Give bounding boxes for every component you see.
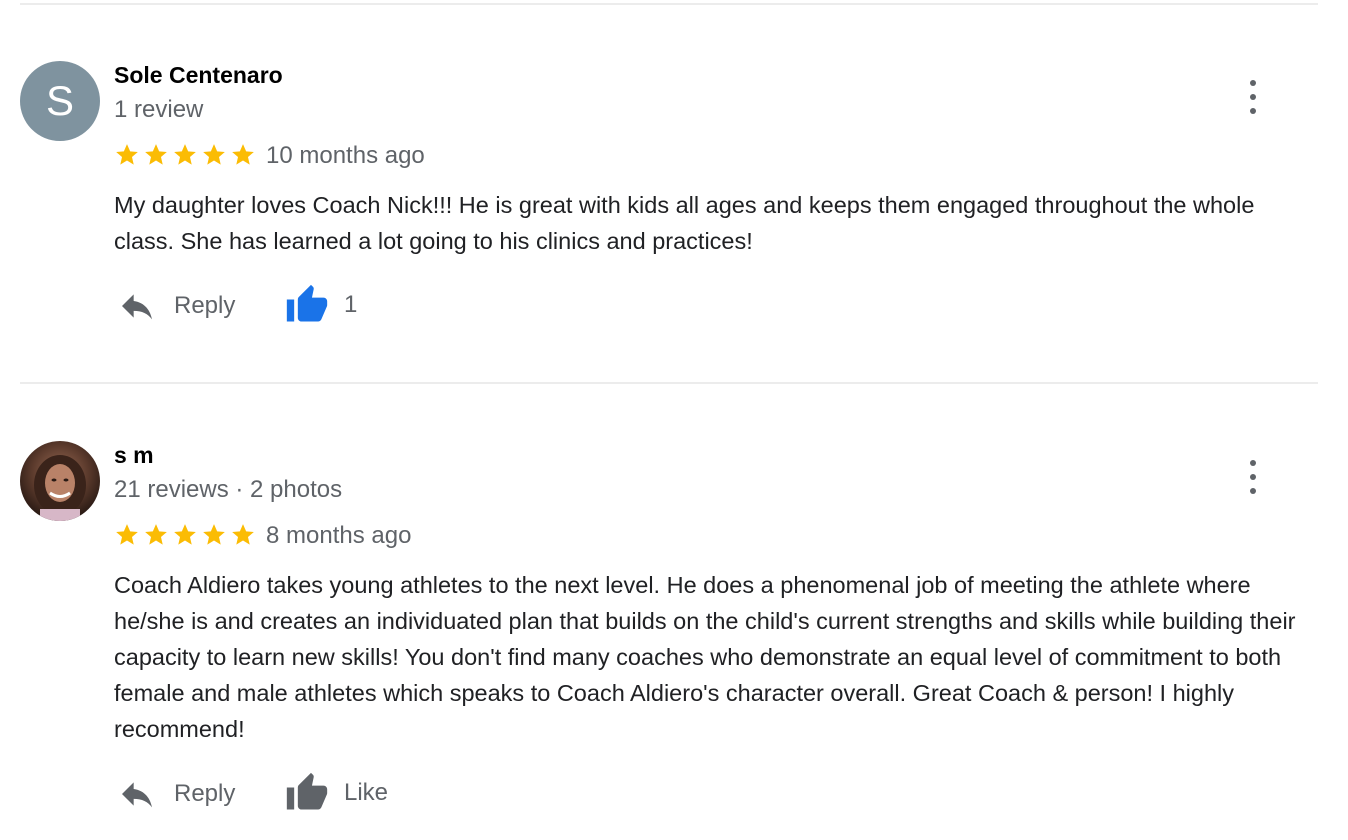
top-divider — [20, 3, 1318, 5]
reply-button[interactable]: Reply — [116, 286, 235, 326]
review-time: 8 months ago — [266, 522, 412, 549]
reply-label: Reply — [174, 292, 236, 319]
star-icon — [116, 144, 138, 165]
reviewer-name[interactable]: Sole Centenaro — [114, 62, 283, 89]
profile-photo — [34, 455, 86, 521]
reply-label: Reply — [174, 780, 236, 807]
thumb-up-icon — [286, 284, 328, 322]
star-icon — [145, 524, 167, 545]
star-icon — [174, 524, 196, 545]
star-rating — [114, 522, 256, 548]
star-rating — [114, 142, 256, 168]
star-icon — [203, 144, 225, 165]
review-text: My daughter loves Coach Nick!!! He is gr… — [114, 192, 1255, 254]
star-icon — [232, 524, 254, 545]
like-button[interactable]: Like — [284, 771, 388, 815]
reply-icon — [122, 782, 152, 808]
star-icon — [203, 524, 225, 545]
like-button[interactable]: 1 — [284, 283, 357, 327]
reviewer-meta[interactable]: 1 review — [114, 96, 203, 124]
reviewer-name[interactable]: s m — [114, 442, 154, 469]
reply-icon — [122, 294, 152, 320]
like-label: Like — [344, 779, 389, 806]
star-icon — [232, 144, 254, 165]
avatar-letter: S — [45, 77, 74, 124]
thumb-up-icon — [286, 772, 328, 810]
like-count: 1 — [344, 291, 358, 318]
star-icon — [116, 524, 138, 545]
review-divider — [20, 382, 1318, 384]
star-icon — [145, 144, 167, 165]
more-vert-icon[interactable] — [1242, 80, 1264, 114]
more-vert-icon[interactable] — [1242, 460, 1264, 494]
star-icon — [174, 144, 196, 165]
review-text: Coach Aldiero takes young athletes to th… — [114, 572, 1296, 742]
avatar[interactable] — [20, 441, 100, 521]
reply-button[interactable]: Reply — [116, 774, 235, 814]
reviewer-meta[interactable]: 21 reviews · 2 photos — [114, 476, 342, 504]
review-time: 10 months ago — [266, 142, 425, 169]
avatar[interactable]: S — [20, 61, 100, 141]
